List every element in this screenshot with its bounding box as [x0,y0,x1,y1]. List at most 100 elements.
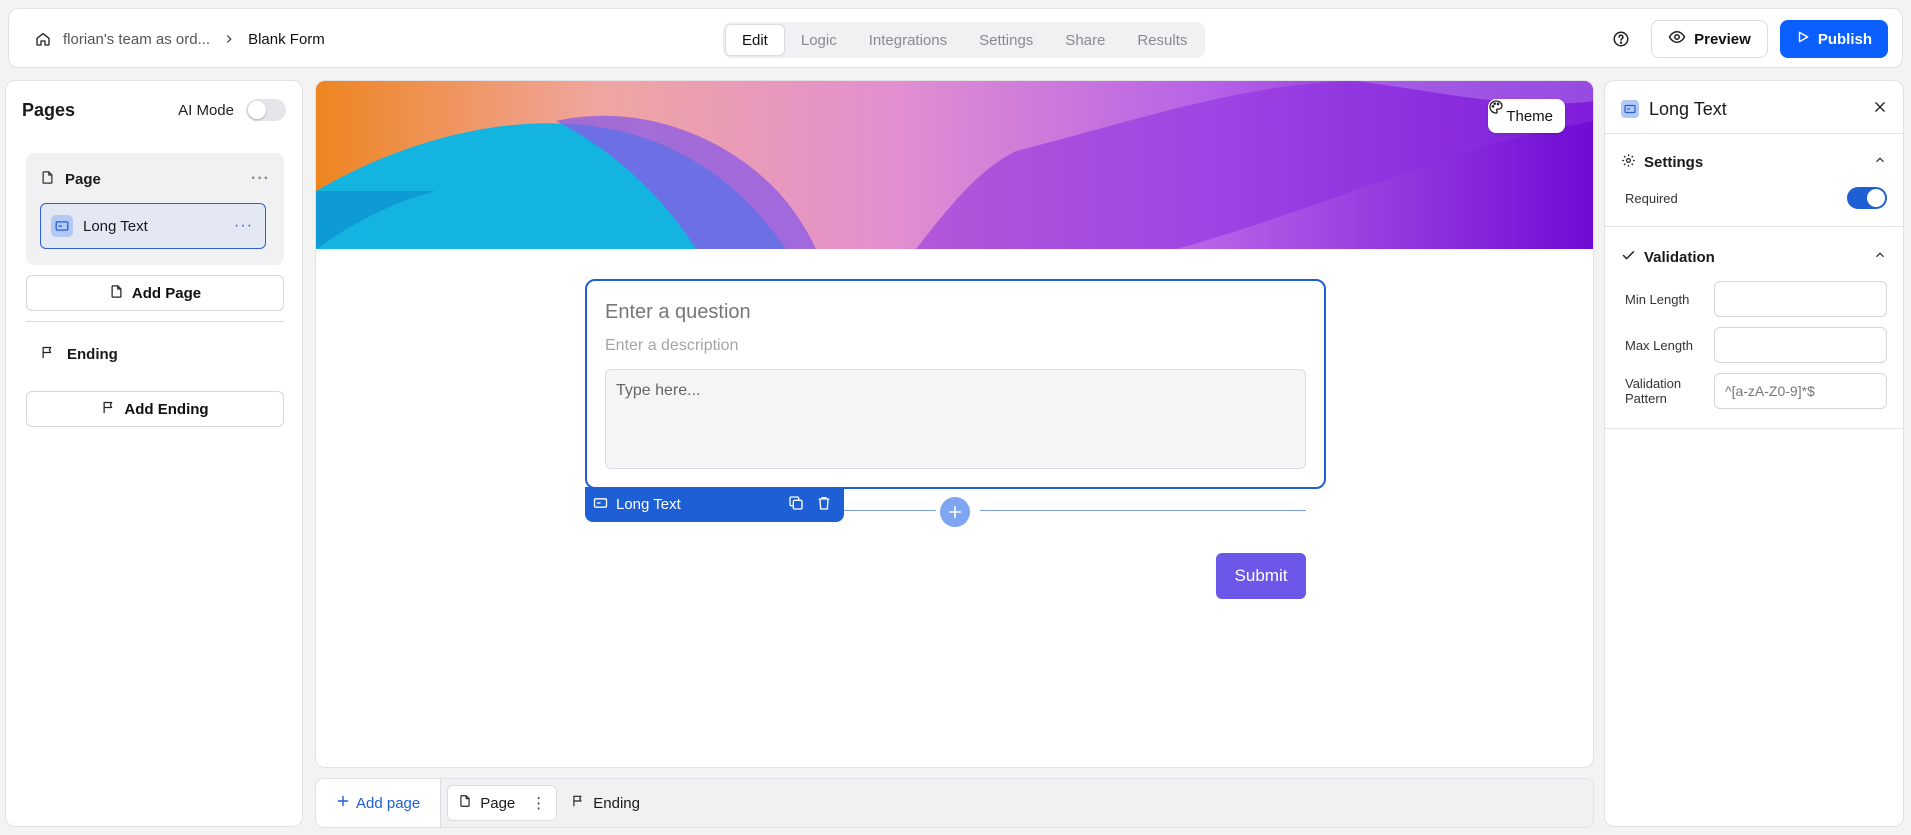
pages-title: Pages [22,99,76,120]
flag-icon [101,400,116,419]
ending-tab[interactable]: Ending [571,794,640,812]
properties-header: Long Text [1621,95,1887,123]
properties-title: Long Text [1649,98,1727,119]
add-ending-button[interactable]: Add Ending [26,391,284,427]
add-question-button[interactable] [940,497,970,527]
tab-settings[interactable]: Settings [963,24,1049,56]
top-bar: florian's team as ord... Blank Form Edit… [8,8,1903,68]
pages-header: Pages AI Mode [22,97,286,123]
flag-icon [571,794,585,812]
ai-mode: AI Mode [178,99,286,121]
answer-textarea[interactable]: Type here... [605,369,1306,469]
min-length-label: Min Length [1625,291,1690,307]
file-icon [109,284,124,303]
add-page-button[interactable]: Add Page [26,275,284,311]
flag-icon [40,345,55,364]
min-length-input[interactable] [1714,281,1887,317]
ai-mode-label: AI Mode [178,101,234,119]
page-item[interactable]: Page ··· [40,167,270,191]
required-label: Required [1625,190,1678,206]
close-icon[interactable] [1873,100,1887,119]
top-actions: Preview Publish [1607,20,1888,58]
ending-item[interactable]: Ending [40,345,118,364]
add-page-tab-label: Add page [356,794,421,812]
question-type-label: Long Text [616,496,681,513]
page-item-label: Page [65,170,101,188]
tab-edit[interactable]: Edit [725,24,785,56]
validation-pattern-input[interactable]: ^[a-zA-Z0-9]*$ [1714,373,1887,409]
breadcrumb: florian's team as ord... Blank Form [33,9,325,69]
home-icon[interactable] [33,29,53,49]
plus-icon [948,505,962,519]
question-card[interactable]: Enter a question Enter a description Typ… [585,279,1326,489]
publish-label: Publish [1817,30,1872,48]
pages-panel: Pages AI Mode Page ··· Long Text ··· Add… [5,80,303,827]
submit-button[interactable]: Submit [1216,553,1306,599]
question-type-tag: Long Text [585,487,844,522]
properties-panel: Long Text Settings Required Validation M… [1604,80,1904,827]
more-options-icon[interactable]: ··· [251,170,270,188]
divider [1605,133,1903,134]
settings-title: Settings [1644,153,1704,171]
form-canvas: Theme Enter a question Enter a descripti… [315,80,1594,768]
tab-logic[interactable]: Logic [785,24,853,56]
page-tab[interactable]: Page ⋮ [447,785,558,821]
breadcrumb-team[interactable]: florian's team as ord... [63,31,210,48]
validation-pattern-label: Validation Pattern [1625,376,1682,406]
tab-results[interactable]: Results [1121,24,1203,56]
theme-label: Theme [1506,107,1553,125]
question-description-input[interactable]: Enter a description [605,337,738,355]
help-icon[interactable] [1607,25,1635,53]
add-question-line [844,510,936,511]
tab-share[interactable]: Share [1049,24,1121,56]
add-page-tab-button[interactable]: Add page [316,779,442,827]
ending-label: Ending [67,346,118,363]
play-icon [1796,30,1810,48]
question-item-long-text[interactable]: Long Text ··· [40,203,266,249]
long-text-icon [593,496,608,513]
validation-title: Validation [1644,248,1715,266]
gear-icon [1621,153,1636,172]
question-title-input[interactable]: Enter a question [605,301,751,324]
duplicate-icon[interactable] [788,495,804,515]
preview-button[interactable]: Preview [1651,20,1768,58]
preview-label: Preview [1694,30,1751,48]
ending-tab-label: Ending [593,794,640,812]
cover-banner: Theme [316,81,1593,249]
settings-section-header[interactable]: Settings [1621,152,1887,172]
theme-button[interactable]: Theme [1488,99,1565,133]
vertical-dots-icon[interactable]: ⋮ [531,794,546,812]
long-text-icon [1621,100,1639,118]
page-tab-label: Page [480,794,516,812]
plus-icon [336,794,350,812]
question-item-label: Long Text [83,217,148,235]
eye-icon [1668,28,1686,50]
ai-mode-toggle[interactable] [246,99,286,121]
required-toggle[interactable] [1847,187,1887,209]
breadcrumb-form[interactable]: Blank Form [248,31,325,48]
add-question-line [980,510,1306,511]
check-icon [1621,248,1636,267]
trash-icon[interactable] [816,495,832,515]
more-options-icon[interactable]: ··· [234,217,253,235]
validation-pattern-row: Validation Pattern ^[a-zA-Z0-9]*$ [1625,373,1887,409]
max-length-label: Max Length [1625,337,1693,353]
long-text-icon [51,215,73,237]
banner-waves [316,81,1593,249]
publish-button[interactable]: Publish [1779,20,1888,58]
page-nav-bar: Add page Page ⋮ Ending [315,778,1594,828]
editor-tabs: Edit Logic Integrations Settings Share R… [723,22,1206,58]
file-icon [40,170,55,189]
required-row: Required [1625,187,1887,209]
max-length-row: Max Length [1625,327,1887,363]
max-length-input[interactable] [1714,327,1887,363]
tab-integrations[interactable]: Integrations [853,24,963,56]
min-length-row: Min Length [1625,281,1887,317]
add-ending-label: Add Ending [124,400,209,418]
chevron-up-icon [1873,153,1887,171]
page-group: Page ··· Long Text ··· [26,153,284,265]
file-icon [458,794,472,812]
add-page-label: Add Page [131,284,202,302]
validation-section-header[interactable]: Validation [1621,247,1887,267]
chevron-up-icon [1873,248,1887,266]
